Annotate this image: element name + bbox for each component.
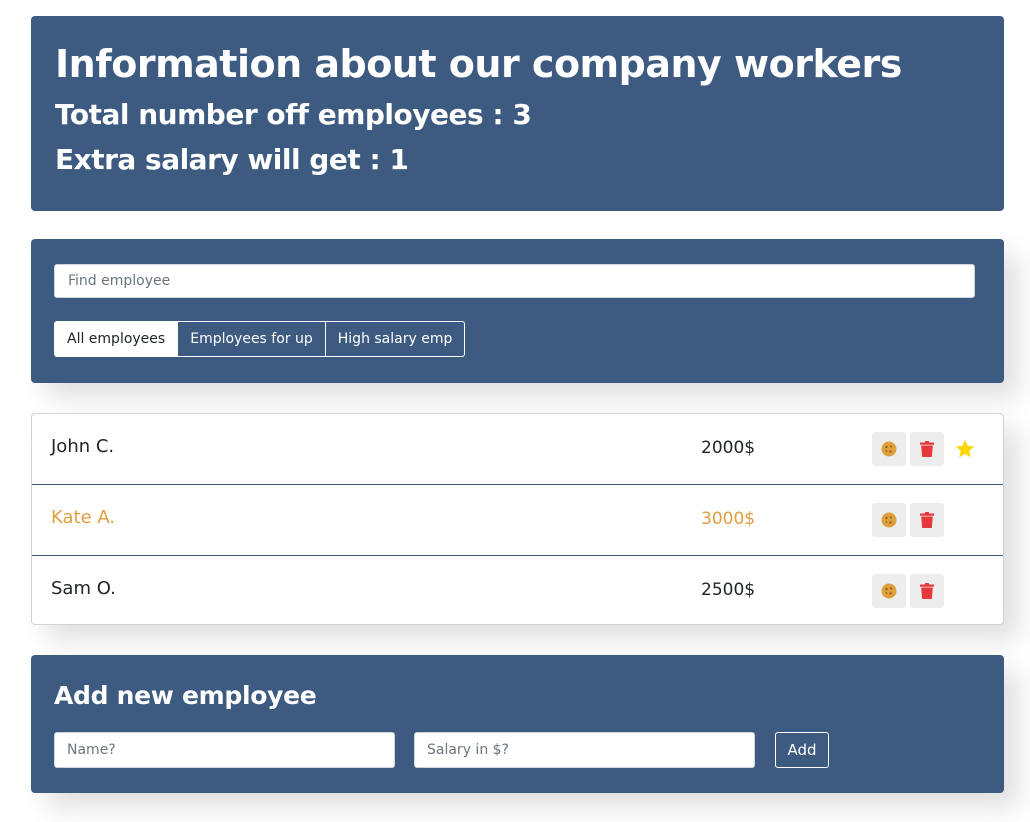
add-form-title: Add new employee [54, 681, 317, 710]
list-item: Sam O. 2500$ [32, 556, 1003, 626]
trash-icon [920, 441, 934, 457]
name-input[interactable] [54, 732, 395, 768]
search-panel: All employees Employees for up High sala… [31, 239, 1004, 383]
delete-button[interactable] [910, 432, 944, 466]
add-employee-form: Add new employee Add [31, 655, 1004, 793]
increase-button[interactable] [872, 574, 906, 608]
extra-salary-label: Extra salary will get : 1 [55, 143, 409, 176]
star-icon [955, 439, 975, 458]
filter-button-group: All employees Employees for up High sala… [54, 321, 466, 357]
increase-button[interactable] [872, 503, 906, 537]
page-title: Information about our company workers [55, 42, 902, 86]
filter-increase-button[interactable]: Employees for up [178, 322, 326, 356]
employee-salary: 3000$ [701, 509, 756, 529]
employee-name[interactable]: Sam O. [51, 578, 116, 599]
total-employees-label: Total number off employees : 3 [55, 98, 532, 131]
search-input[interactable] [54, 264, 975, 298]
trash-icon [920, 583, 934, 599]
delete-button[interactable] [910, 574, 944, 608]
list-item: John C. 2000$ [32, 414, 1003, 484]
cookie-icon [881, 512, 897, 528]
employee-salary: 2500$ [701, 580, 756, 600]
employee-salary: 2000$ [701, 438, 756, 458]
filter-all-button[interactable]: All employees [55, 322, 179, 356]
salary-input[interactable] [414, 732, 755, 768]
cookie-icon [881, 441, 897, 457]
increase-button[interactable] [872, 432, 906, 466]
trash-icon [920, 512, 934, 528]
cookie-icon [881, 583, 897, 599]
list-item: Kate A. 3000$ [32, 485, 1003, 555]
delete-button[interactable] [910, 503, 944, 537]
filter-high-salary-button[interactable]: High salary emp [326, 322, 465, 356]
employee-name[interactable]: John C. [51, 436, 114, 457]
add-button[interactable]: Add [775, 732, 829, 768]
employee-name[interactable]: Kate A. [51, 507, 115, 528]
app-info-header: Information about our company workers To… [31, 16, 1004, 211]
employee-list: John C. 2000$ Kate A. 3000$ Sam O. 2500$ [31, 413, 1004, 625]
